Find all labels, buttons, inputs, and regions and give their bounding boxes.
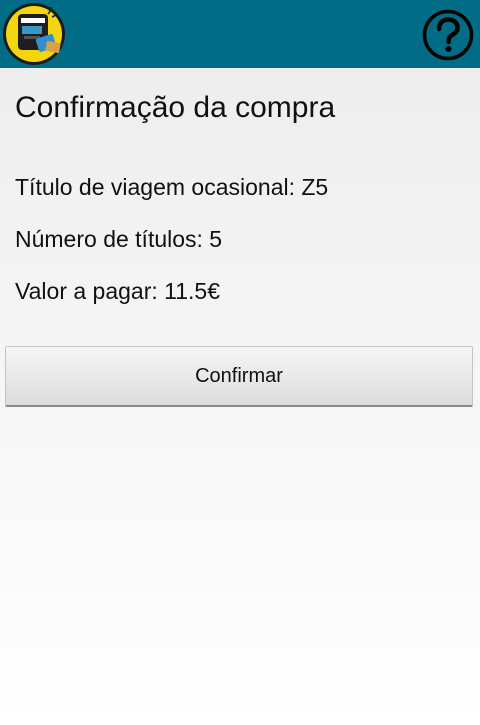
page-title: Confirmação da compra xyxy=(15,91,336,124)
ticket-count-text: Número de títulos: 5 xyxy=(15,226,223,252)
help-button-icon[interactable] xyxy=(422,9,474,61)
confirm-button[interactable]: Confirmar xyxy=(5,346,473,407)
action-bar xyxy=(0,0,480,68)
ticket-type-text: Título de viagem ocasional: Z5 xyxy=(15,174,329,200)
amount-to-pay-text: Valor a pagar: 11.5€ xyxy=(15,278,221,304)
app-logo-icon[interactable] xyxy=(2,2,66,66)
